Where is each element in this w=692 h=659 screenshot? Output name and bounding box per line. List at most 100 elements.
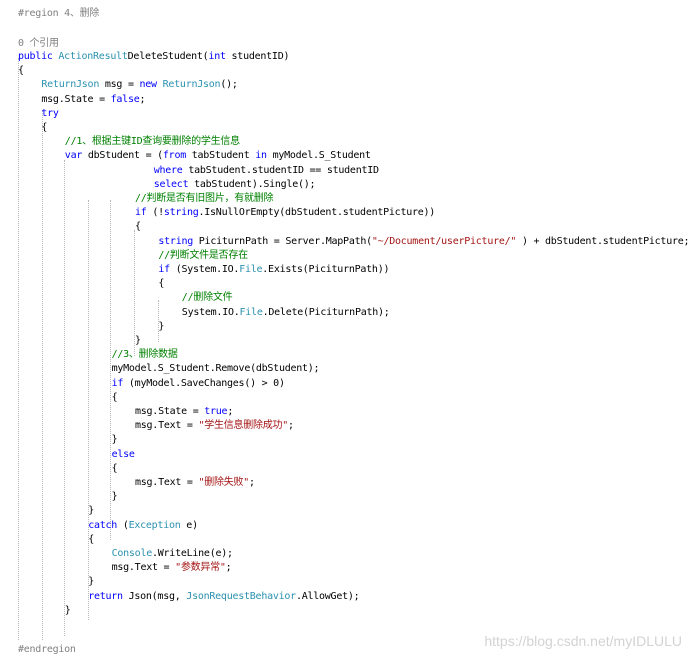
code-line[interactable]: try — [41, 107, 59, 121]
code-line[interactable]: } — [158, 320, 164, 334]
code-token: (myModel.SaveChanges() > 0) — [123, 377, 285, 389]
code-token: System.IO. — [181, 306, 240, 318]
region-end: #endregion — [18, 644, 76, 655]
code-token: from — [162, 150, 186, 162]
code-token: e) — [180, 519, 198, 531]
code-line[interactable]: else — [112, 448, 135, 462]
code-token: (System.IO. — [169, 264, 240, 275]
code-line[interactable]: { — [112, 462, 118, 476]
code-token: if — [158, 264, 170, 275]
code-token: } — [111, 434, 118, 446]
code-token: File — [239, 264, 263, 275]
code-token: ActionResult — [58, 51, 128, 62]
code-token: "删除失败" — [198, 477, 250, 488]
code-line[interactable]: msg.Text = "学生信息删除成功"; — [135, 419, 294, 433]
code-token: DeleteStudent( — [127, 51, 209, 62]
code-token: "~/Document/userPicture/" — [371, 235, 517, 247]
code-line[interactable]: public ActionResultDeleteStudent(int stu… — [18, 50, 290, 64]
code-token: .Delete(PiciturnPath); — [262, 306, 390, 318]
code-token: tabStudent — [186, 150, 256, 162]
code-line[interactable]: //判断是否有旧图片，有就删除 — [135, 192, 274, 206]
code-token: "参数异常" — [175, 562, 226, 574]
indent-guide — [64, 160, 65, 636]
code-token: in — [255, 150, 267, 162]
code-line[interactable]: //删除文件 — [182, 291, 233, 305]
code-line[interactable]: msg.State = true; — [135, 405, 233, 419]
code-token: tabStudent).Single(); — [188, 178, 316, 190]
code-line[interactable]: msg.State = false; — [41, 93, 145, 107]
code-line[interactable]: { — [18, 64, 24, 78]
code-token: where — [153, 164, 183, 176]
code-line[interactable]: } — [112, 490, 118, 504]
code-token: myModel.S_Student — [266, 150, 371, 162]
code-token: .AllowGet); — [295, 590, 360, 602]
code-line[interactable]: msg.Text = "删除失败"; — [135, 476, 255, 490]
code-token: //删除文件 — [181, 292, 233, 304]
code-token: ( — [117, 519, 129, 531]
code-token: { — [111, 391, 118, 403]
code-line[interactable]: { — [88, 533, 94, 547]
code-line[interactable]: where tabStudent.studentID == studentID — [154, 164, 379, 178]
indent-guide — [18, 58, 19, 640]
code-token: msg.Text = — [111, 562, 176, 574]
code-token: { — [41, 122, 48, 133]
code-line[interactable]: if (!string.IsNullOrEmpty(dbStudent.stud… — [135, 206, 435, 220]
code-token: return — [88, 590, 123, 602]
code-token: } — [88, 576, 94, 588]
code-token: studentID) — [225, 51, 290, 62]
code-line[interactable]: } — [88, 504, 94, 518]
code-line[interactable]: select tabStudent).Single(); — [154, 178, 316, 192]
code-token: else — [111, 448, 135, 460]
code-line[interactable]: //判断文件是否存在 — [158, 249, 248, 263]
code-token: Console — [111, 548, 153, 559]
code-line[interactable]: { — [158, 277, 164, 291]
code-token: string — [158, 235, 194, 247]
code-line[interactable]: { — [41, 121, 47, 135]
code-token: //判断文件是否存在 — [158, 249, 248, 261]
code-token: ReturnJson — [162, 79, 221, 91]
code-token: tabStudent.studentID == studentID — [182, 164, 379, 176]
code-line[interactable]: } — [135, 334, 141, 348]
code-token: if — [111, 377, 124, 389]
code-line[interactable]: string PiciturnPath = Server.MapPath("~/… — [158, 235, 689, 249]
code-token: //3、删除数据 — [111, 349, 178, 361]
code-editor[interactable]: #region 4、删除 0 个引用 public ActionResultDe… — [0, 0, 692, 659]
code-line[interactable]: if (System.IO.File.Exists(PiciturnPath)) — [158, 263, 389, 277]
code-line[interactable]: { — [112, 391, 118, 405]
reference-count[interactable]: 0 个引用 — [18, 37, 59, 51]
region-start: #region 4、删除 — [18, 8, 100, 19]
code-line[interactable]: if (myModel.SaveChanges() > 0) — [112, 377, 285, 391]
code-token: string — [163, 207, 199, 219]
code-line[interactable]: var dbStudent = (from tabStudent in myMo… — [65, 149, 371, 163]
code-token: myModel.S_Student.Remove(dbStudent); — [111, 363, 320, 375]
code-token: //判断是否有旧图片，有就删除 — [135, 193, 274, 204]
code-token: ReturnJson — [41, 79, 100, 91]
code-line[interactable]: System.IO.File.Delete(PiciturnPath); — [182, 306, 390, 320]
code-token: .IsNullOrEmpty(dbStudent.studentPicture)… — [198, 207, 436, 219]
code-line[interactable]: myModel.S_Student.Remove(dbStudent); — [112, 362, 320, 376]
code-token: } — [64, 604, 71, 616]
code-token: var — [64, 150, 83, 162]
code-line[interactable]: //3、删除数据 — [112, 348, 178, 362]
code-line[interactable]: } — [65, 604, 71, 618]
code-token: "学生信息删除成功" — [198, 420, 289, 432]
code-token: msg.Text = — [135, 420, 199, 432]
code-line[interactable]: //1、根据主键ID查询要删除的学生信息 — [65, 135, 240, 149]
code-line[interactable]: Console.WriteLine(e); — [112, 547, 233, 561]
code-line[interactable]: ReturnJson msg = new ReturnJson(); — [41, 78, 238, 92]
code-token: (! — [146, 207, 164, 219]
code-token: false — [110, 93, 140, 105]
code-token: ) + dbStudent.studentPicture; — [516, 235, 690, 247]
code-token: { — [135, 221, 141, 233]
code-line[interactable]: } — [88, 575, 94, 589]
code-token: true — [204, 406, 228, 417]
code-line[interactable]: } — [112, 433, 118, 447]
code-line[interactable]: { — [135, 220, 141, 234]
code-token: File — [239, 306, 263, 318]
code-line[interactable]: return Json(msg, JsonRequestBehavior.All… — [88, 590, 359, 604]
code-token: ; — [225, 562, 232, 574]
code-token: JsonRequestBehavior — [186, 590, 296, 602]
code-line[interactable]: catch (Exception e) — [88, 519, 198, 533]
code-token: } — [88, 505, 94, 517]
code-line[interactable]: msg.Text = "参数异常"; — [112, 561, 232, 575]
